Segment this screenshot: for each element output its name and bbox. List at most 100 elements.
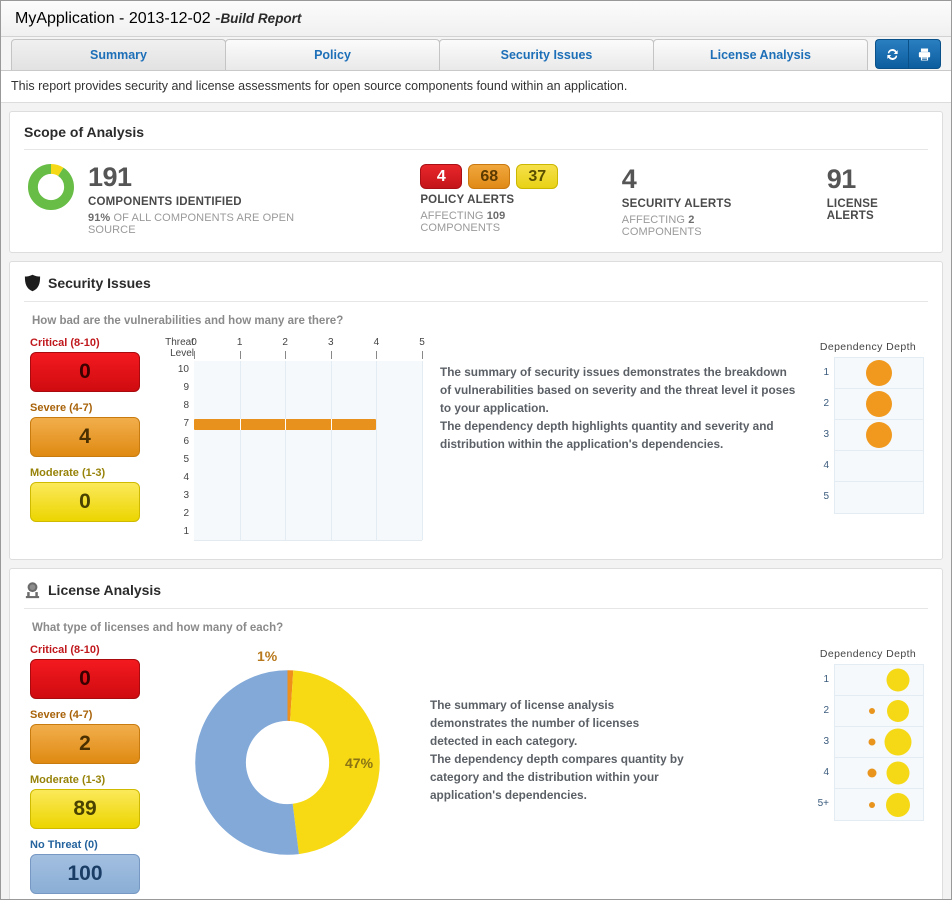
- threat-xtick-mark-1: [240, 351, 241, 359]
- license-dep-row-label-3: 3: [812, 726, 834, 757]
- security-alerts-block: 4 SECURITY ALERTS AFFECTING 2 COMPONENTS: [622, 166, 771, 238]
- print-icon: [917, 47, 932, 62]
- policy-alerts-note: AFFECTING 109 COMPONENTS: [420, 210, 581, 234]
- license-dependency-depth: Dependency Depth 12345+: [812, 648, 924, 821]
- license-dep-bubble: [885, 729, 912, 756]
- scope-of-analysis-panel: Scope of Analysis 191 COMPONENTS IDENTIF…: [9, 111, 943, 253]
- license-donut-label-moderate: 47%: [345, 755, 373, 771]
- license-panel-title: License Analysis: [24, 581, 928, 609]
- license-dep-cell-2: [835, 696, 923, 727]
- security-severity-critical: Critical (8-10) 0: [30, 337, 140, 392]
- threat-ytick-1: 1: [154, 523, 194, 541]
- report-window: MyApplication - 2013-12-02 - Build Repor…: [0, 0, 952, 900]
- license-dep-bubble: [867, 769, 876, 778]
- security-desc-line-2: of vulnerabilities based on severity and…: [440, 381, 800, 399]
- license-donut-label-severe: 1%: [257, 648, 277, 664]
- security-affect-count: 2: [688, 214, 694, 226]
- threat-gridline-1: [240, 361, 241, 540]
- license-desc-line-2: demonstrates the number of licenses: [430, 714, 730, 732]
- security-dep-row-label-2: 2: [812, 388, 834, 419]
- security-severity-moderate-value: 0: [30, 482, 140, 522]
- security-severity-severe-value: 4: [30, 417, 140, 457]
- threat-xtick-1: 1: [237, 337, 243, 348]
- threat-ytick-9: 9: [154, 379, 194, 397]
- threat-gridline-2: [285, 361, 286, 540]
- security-desc-line-5: distribution within the application's de…: [440, 435, 800, 453]
- license-alerts-count: 91: [827, 166, 924, 193]
- threat-level-yaxis: Threat Level 10987654321: [154, 337, 194, 541]
- license-description: The summary of license analysis demonstr…: [430, 696, 730, 804]
- license-alerts-block: 91 LICENSE ALERTS: [827, 166, 924, 222]
- open-source-percent: 91%: [88, 212, 110, 224]
- components-count: 191: [88, 164, 332, 191]
- security-dep-bubble: [866, 422, 892, 448]
- license-desc-line-4: The dependency depth compares quantity b…: [430, 750, 730, 768]
- license-severity-moderate: Moderate (1-3) 89: [30, 774, 140, 829]
- threat-xtick-mark-0: [194, 351, 195, 359]
- license-dep-cell-5+: [835, 789, 923, 820]
- license-dep-cell-3: [835, 727, 923, 758]
- threat-level-xaxis: 012345: [194, 337, 422, 361]
- security-dep-cell-4: [835, 451, 923, 482]
- tab-policy[interactable]: Policy: [225, 39, 440, 70]
- threat-xtick-3: 3: [328, 337, 334, 348]
- threat-level-chart: Threat Level 10987654321 012345: [154, 337, 422, 541]
- license-dep-depth-grid: 12345+: [812, 664, 924, 821]
- threat-ytick-5: 5: [154, 451, 194, 469]
- components-identified-block: 191 COMPONENTS IDENTIFIED 91% OF ALL COM…: [28, 164, 332, 236]
- license-dep-bubble: [887, 762, 910, 785]
- security-panel-title: Security Issues: [24, 274, 928, 302]
- security-dep-depth-title: Dependency Depth: [812, 341, 924, 353]
- security-dep-bubble: [866, 391, 892, 417]
- threat-level-plot-column: 012345: [194, 337, 422, 541]
- refresh-icon: [885, 47, 900, 62]
- license-dep-bubble: [887, 700, 909, 722]
- policy-pill-moderate: 37: [516, 164, 558, 189]
- threat-level-ytick-labels: 10987654321: [154, 361, 194, 541]
- threat-axis-title-line1: Threat: [154, 337, 194, 348]
- security-dep-cell-3: [835, 420, 923, 451]
- threat-ytick-10: 10: [154, 361, 194, 379]
- license-severity-severe-value: 2: [30, 724, 140, 764]
- scope-title-label: Scope of Analysis: [24, 124, 144, 140]
- security-dep-row-label-1: 1: [812, 357, 834, 388]
- license-analysis-panel: License Analysis What type of licenses a…: [9, 568, 943, 900]
- policy-alerts-block: 4 68 37 POLICY ALERTS AFFECTING 109 COMP…: [420, 164, 581, 234]
- tab-license-analysis[interactable]: License Analysis: [653, 39, 868, 70]
- tab-bar: Summary Policy Security Issues License A…: [1, 37, 951, 71]
- license-severity-critical-value: 0: [30, 659, 140, 699]
- security-dep-cell-2: [835, 389, 923, 420]
- security-alerts-label: SECURITY ALERTS: [622, 198, 771, 210]
- policy-alert-pills: 4 68 37: [420, 164, 581, 189]
- app-title: MyApplication - 2013-12-02 -: [15, 10, 220, 28]
- license-severity-severe: Severe (4-7) 2: [30, 709, 140, 764]
- license-dep-row-label-5+: 5+: [812, 788, 834, 819]
- threat-bar-divider: [240, 419, 241, 430]
- threat-ytick-4: 4: [154, 469, 194, 487]
- security-desc-line-1: The summary of security issues demonstra…: [440, 363, 800, 381]
- license-severity-no-threat-value: 100: [30, 854, 140, 894]
- license-dep-bubble: [869, 708, 875, 714]
- license-desc-line-5: category and the distribution within you…: [430, 768, 730, 786]
- components-label: COMPONENTS IDENTIFIED: [88, 196, 332, 208]
- policy-pill-critical: 4: [420, 164, 462, 189]
- security-severity-column: Critical (8-10) 0 Severe (4-7) 4 Moderat…: [30, 337, 140, 532]
- tab-security-issues[interactable]: Security Issues: [439, 39, 654, 70]
- refresh-button[interactable]: [875, 39, 908, 69]
- components-note: 91% OF ALL COMPONENTS ARE OPEN SOURCE: [88, 212, 332, 236]
- license-dep-depth-title: Dependency Depth: [812, 648, 924, 660]
- policy-affect-count: 109: [487, 210, 506, 222]
- security-question: How bad are the vulnerabilities and how …: [32, 315, 928, 327]
- tab-summary[interactable]: Summary: [11, 39, 226, 70]
- scope-metrics-row: 191 COMPONENTS IDENTIFIED 91% OF ALL COM…: [24, 150, 928, 242]
- license-donut-block: 1% 47%: [195, 670, 380, 855]
- policy-alerts-label: POLICY ALERTS: [420, 194, 581, 206]
- threat-ytick-8: 8: [154, 397, 194, 415]
- threat-gridline-4: [376, 361, 377, 540]
- security-dep-cell-1: [835, 358, 923, 389]
- security-dep-row-label-3: 3: [812, 419, 834, 450]
- license-desc-line-6: application's dependencies.: [430, 786, 730, 804]
- license-dep-depth-row-labels: 12345+: [812, 664, 834, 821]
- security-dep-row-label-4: 4: [812, 450, 834, 481]
- print-button[interactable]: [908, 39, 941, 69]
